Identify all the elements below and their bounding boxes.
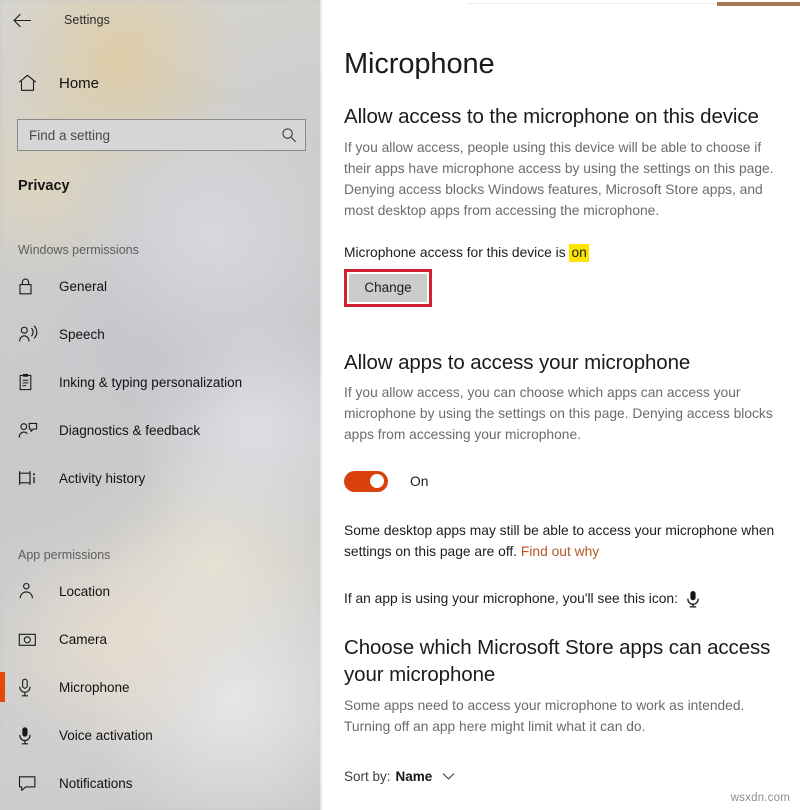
watermark: wsxdn.com xyxy=(730,792,790,804)
location-pin-icon xyxy=(18,582,40,600)
microphone-in-use-note: If an app is using your microphone, you'… xyxy=(344,563,800,608)
sidebar-item-label: General xyxy=(59,278,108,294)
sidebar-home-label: Home xyxy=(59,74,100,92)
sidebar-item-voice-activation[interactable]: Voice activation xyxy=(0,711,322,759)
find-out-why-link[interactable]: Find out why xyxy=(521,544,599,559)
apps-access-toggle-label: On xyxy=(410,473,429,489)
apps-access-toggle-row: On xyxy=(344,446,800,492)
search-box[interactable] xyxy=(17,119,306,151)
window-top-hairline xyxy=(467,3,717,4)
sidebar-item-label: Camera xyxy=(59,631,108,647)
title-bar: Settings xyxy=(0,0,322,36)
sidebar-item-general[interactable]: General xyxy=(0,262,322,310)
sidebar-item-label: Diagnostics & feedback xyxy=(59,422,201,438)
sidebar-group-label-windows-permissions: Windows permissions xyxy=(18,243,139,257)
back-arrow-icon xyxy=(12,13,32,28)
device-access-status-value: on xyxy=(569,243,589,262)
sidebar-item-label: Speech xyxy=(59,326,105,342)
sidebar-item-microphone[interactable]: Microphone xyxy=(0,663,322,711)
sort-by-label: Sort by: xyxy=(344,768,391,784)
store-apps-description: Some apps need to access your microphone… xyxy=(344,697,745,734)
apps-access-heading: Allow apps to access your microphone xyxy=(344,350,691,374)
back-button[interactable] xyxy=(0,5,44,35)
person-speaking-icon xyxy=(18,325,40,343)
sidebar-item-inking-typing-personalization[interactable]: Inking & typing personalization xyxy=(0,358,322,406)
camera-icon xyxy=(18,631,40,648)
main-content: Microphone Allow access to the microphon… xyxy=(322,0,800,810)
clipboard-pen-icon xyxy=(18,373,40,391)
sort-by-control[interactable]: Sort by: Name xyxy=(344,738,800,784)
sidebar-item-activity-history[interactable]: Activity history xyxy=(0,454,322,502)
toggle-knob xyxy=(370,474,384,489)
sidebar-item-label: Microphone xyxy=(59,679,130,695)
store-apps-heading: Choose which Microsoft Store apps can ac… xyxy=(344,635,771,686)
sidebar-item-speech[interactable]: Speech xyxy=(0,310,322,358)
settings-window: Settings Home Privac xyxy=(0,0,800,810)
sidebar-item-label: Location xyxy=(59,583,111,599)
voice-activation-icon xyxy=(18,726,40,745)
device-access-description: If you allow access, people using this d… xyxy=(344,140,774,218)
activity-history-icon xyxy=(18,469,40,487)
desktop-apps-note: Some desktop apps may still be able to a… xyxy=(344,492,796,563)
sidebar-item-label: Inking & typing personalization xyxy=(59,374,243,390)
device-access-status: Microphone access for this device is on xyxy=(344,222,800,262)
sidebar-item-notifications[interactable]: Notifications xyxy=(0,759,322,807)
chevron-down-icon[interactable] xyxy=(442,772,455,781)
device-access-heading: Allow access to the microphone on this d… xyxy=(344,105,759,128)
home-icon xyxy=(18,74,40,92)
device-access-status-prefix: Microphone access for this device is xyxy=(344,244,570,260)
apps-access-description: If you allow access, you can choose whic… xyxy=(344,384,773,442)
page-title: Microphone xyxy=(344,48,495,80)
person-feedback-icon xyxy=(18,421,40,439)
window-top-accent-strip xyxy=(717,2,800,6)
window-title: Settings xyxy=(64,13,110,27)
sidebar-item-camera[interactable]: Camera xyxy=(0,615,322,663)
sidebar-item-diagnostics-feedback[interactable]: Diagnostics & feedback xyxy=(0,406,322,454)
sidebar-item-label: Voice activation xyxy=(59,727,153,743)
change-button[interactable]: Change xyxy=(349,273,427,302)
change-button-annotation: Change xyxy=(344,268,432,307)
search-input[interactable] xyxy=(29,127,281,143)
search-icon[interactable] xyxy=(281,127,297,143)
microphone-in-use-note-text: If an app is using your microphone, you'… xyxy=(344,591,678,607)
notification-bubble-icon xyxy=(18,775,40,792)
apps-access-toggle[interactable] xyxy=(344,470,388,492)
sidebar-category-title: Privacy xyxy=(18,178,70,194)
sidebar-divider xyxy=(320,0,322,810)
sidebar: Settings Home Privac xyxy=(0,0,322,810)
sidebar-item-home[interactable]: Home xyxy=(0,63,322,103)
sidebar-item-label: Notifications xyxy=(59,775,133,791)
sidebar-group-label-app-permissions: App permissions xyxy=(18,548,111,562)
microphone-icon xyxy=(18,678,40,697)
microphone-icon xyxy=(686,590,700,608)
lock-icon xyxy=(18,277,40,295)
sidebar-item-location[interactable]: Location xyxy=(0,567,322,615)
sort-by-value: Name xyxy=(395,768,433,784)
sidebar-item-label: Activity history xyxy=(59,470,146,486)
